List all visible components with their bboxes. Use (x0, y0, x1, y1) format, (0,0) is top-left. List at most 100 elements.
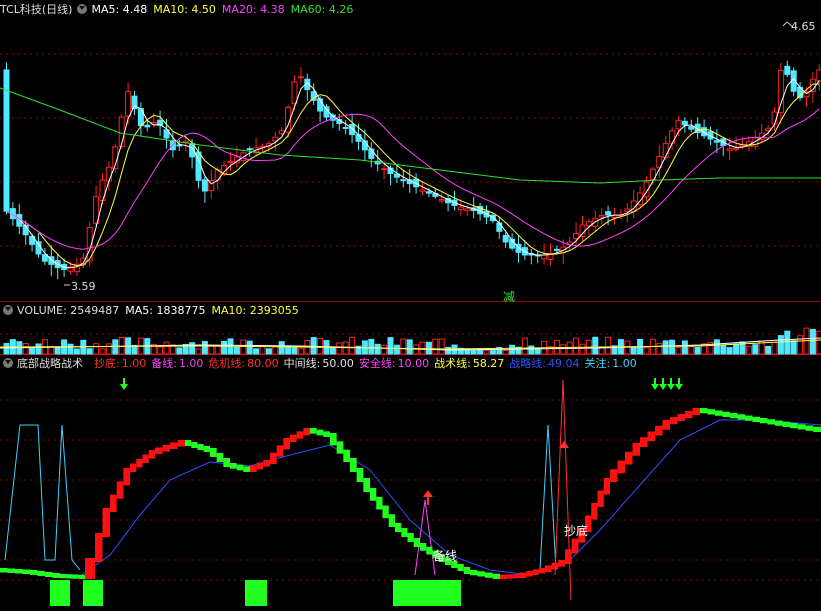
volume-bar (720, 344, 727, 355)
volume-bar (291, 347, 298, 355)
stock-chart-window[interactable]: TCL科技(日线) MA5: 4.48 MA10: 4.50 MA20: 4.38 MA… (0, 0, 821, 611)
candle-body (541, 254, 548, 260)
down-arrow-mark (675, 384, 683, 390)
candle-body (144, 124, 151, 128)
tactic-segment (170, 442, 178, 449)
tactic-segment (116, 481, 124, 499)
tactic-segment (303, 428, 310, 436)
tactic-segment (102, 508, 110, 537)
volume-bar (99, 348, 106, 355)
candle-body (579, 224, 586, 237)
volume-bar (425, 341, 432, 355)
tactic-segment (463, 567, 470, 574)
tactic-segment (250, 465, 257, 472)
tactic-segment (290, 434, 297, 442)
tactic-segment (655, 425, 663, 436)
tactic-segment (52, 573, 60, 578)
tactic-segment (752, 416, 760, 422)
candle-body (419, 189, 426, 193)
volume-bar (310, 337, 317, 355)
tactic-segment (813, 426, 821, 432)
tactic-segment (805, 425, 814, 431)
volume-bar (579, 343, 586, 355)
candle-body (688, 126, 695, 130)
candle-body (605, 211, 612, 216)
tactic-segment (647, 431, 655, 442)
tactic-segment (520, 572, 527, 578)
tactic-segment (632, 443, 640, 456)
reduce-signal: 减 (503, 290, 516, 304)
attention-line (4, 424, 81, 571)
tactic-segment (551, 562, 559, 570)
volume-bar (240, 339, 247, 355)
down-arrow-mark (659, 384, 667, 390)
tactic-segment (370, 488, 377, 501)
tactic-segment (730, 413, 738, 419)
down-arrow-mark (120, 384, 128, 390)
down-arrow-mark (651, 384, 659, 390)
candle-body (726, 148, 733, 151)
tactic-segment (363, 478, 370, 492)
candle-body (713, 140, 720, 143)
volume-bar (400, 338, 407, 355)
low-price-value: 3.59 (71, 280, 96, 293)
candle-body (592, 218, 599, 227)
tactic-segment (532, 569, 539, 575)
volume-bar (208, 345, 215, 355)
volume-bar (233, 346, 240, 355)
tactic-segment (707, 409, 715, 415)
tactic-segment (210, 448, 217, 457)
tactic-segment (350, 458, 357, 472)
volume-bar (387, 337, 394, 355)
tactic-segment (330, 433, 337, 446)
tactic-segment (203, 446, 210, 452)
candle-body (425, 191, 432, 194)
tactic-segment (243, 466, 250, 472)
tactic-segment (426, 546, 433, 555)
candle-body (464, 208, 471, 211)
volume-bar (253, 348, 260, 355)
tactic-segment (603, 478, 610, 495)
volume-bar (688, 346, 695, 355)
candle-body (246, 148, 253, 151)
chart-canvas[interactable] (0, 0, 821, 611)
volume-bar (598, 347, 605, 355)
volume-bar (22, 342, 29, 355)
volume-bar (784, 330, 791, 355)
candle-body (733, 147, 740, 150)
high-price-marker: 4.65 (791, 20, 816, 33)
volume-bar (176, 347, 183, 355)
volume-bar (470, 349, 477, 355)
tactic-segment (625, 451, 633, 465)
tactic-segment (715, 410, 723, 416)
volume-bar (694, 347, 701, 355)
volume-bar (790, 340, 797, 355)
volume-bar (733, 343, 740, 355)
bottom-block (83, 580, 103, 606)
volume-bar (3, 342, 10, 355)
volume-bar (368, 338, 375, 355)
candle-body (624, 208, 631, 212)
tactic-segment (60, 574, 67, 579)
volume-bar (502, 350, 509, 355)
bottom-block (245, 580, 267, 606)
volume-bar (592, 336, 599, 355)
tactic-segment (677, 414, 685, 421)
candle-body (675, 120, 682, 130)
tactic-segment (538, 568, 545, 574)
tactic-segment (506, 574, 514, 579)
tactic-segment (0, 568, 8, 573)
tactic-segment (597, 490, 604, 507)
tactic-segment (22, 569, 30, 574)
tactic-segment (283, 438, 290, 450)
volume-bar (272, 345, 279, 355)
tactic-segment (323, 431, 330, 437)
volume-bar (752, 344, 759, 355)
volume-bar (573, 337, 580, 355)
volume-bar (681, 340, 688, 355)
tactic-segment (685, 411, 693, 418)
tactic-segment (526, 571, 533, 577)
tactic-segment (782, 421, 790, 427)
candle-body (400, 179, 407, 182)
candle-body (681, 120, 688, 126)
